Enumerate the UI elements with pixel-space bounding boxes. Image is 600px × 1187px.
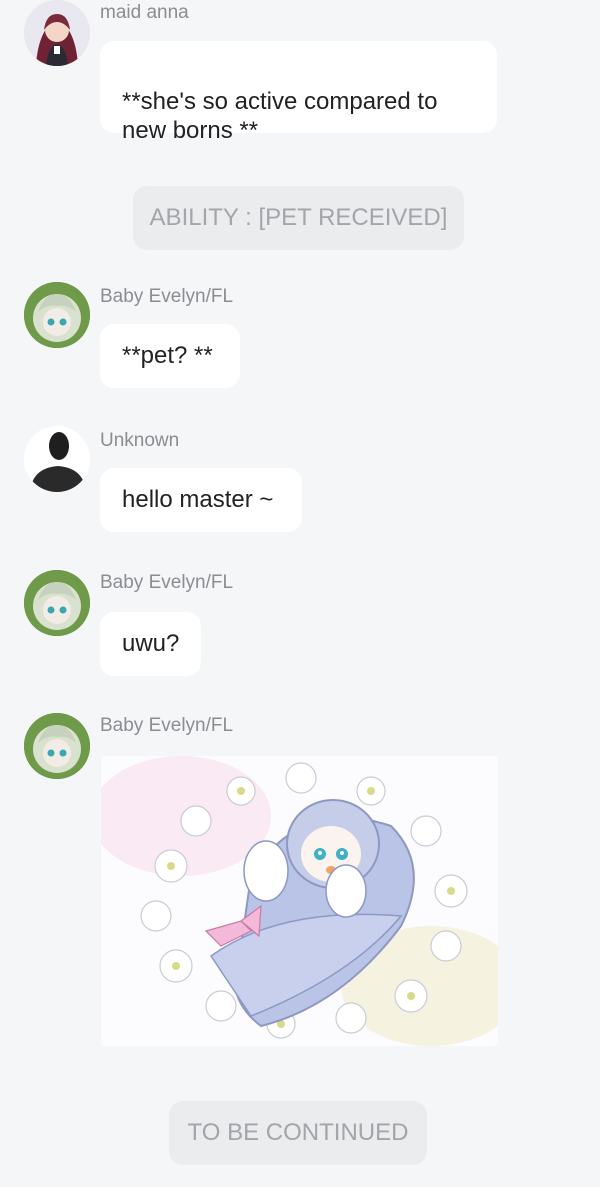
sender-name: maid anna (100, 2, 189, 23)
message-text: **pet? ** (122, 342, 213, 369)
system-notice-text: ABILITY : [PET RECEIVED] (149, 204, 448, 231)
system-notice: ABILITY : [PET RECEIVED] (133, 186, 464, 250)
sender-name: Baby Evelyn/FL (100, 715, 234, 736)
message-bubble: **she's so active compared to new borns … (100, 41, 497, 144)
avatar[interactable] (24, 713, 90, 779)
avatar[interactable] (24, 0, 90, 66)
sender-name: Baby Evelyn/FL (100, 286, 234, 307)
avatar[interactable] (24, 282, 90, 348)
message-bubble: hello master ~ (100, 468, 302, 532)
message-text: **she's so active compared to new borns … (122, 88, 438, 144)
avatar[interactable] (24, 426, 90, 492)
message-text: hello master ~ (122, 486, 274, 513)
system-notice: TO BE CONTINUED (169, 1101, 427, 1165)
message-text: uwu? (122, 630, 180, 657)
avatar[interactable] (24, 570, 90, 636)
message-bubble: uwu? (100, 612, 201, 676)
message-bubble: **pet? ** (100, 324, 240, 388)
message-image[interactable] (101, 756, 498, 1046)
sender-name: Unknown (100, 430, 180, 451)
sender-name: Baby Evelyn/FL (100, 572, 234, 593)
system-notice-text: TO BE CONTINUED (187, 1119, 409, 1146)
